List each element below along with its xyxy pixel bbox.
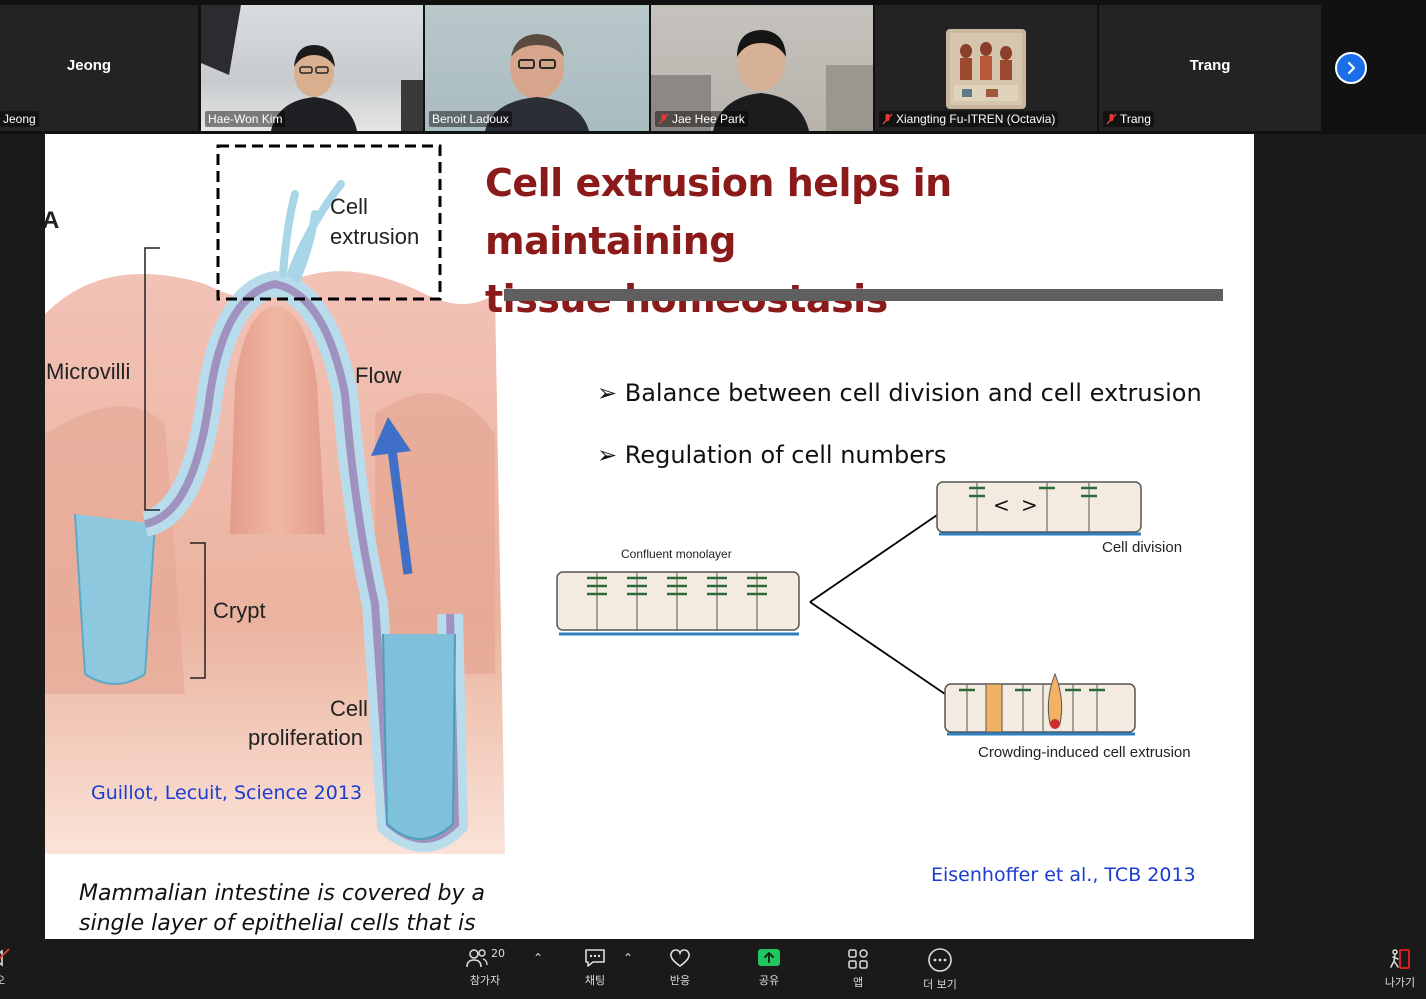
- share-label: 공유: [758, 974, 780, 987]
- caption-line-1: Mammalian intestine is covered by a: [79, 881, 486, 906]
- leave-button[interactable]: 나가기: [1370, 947, 1426, 995]
- participant-tile-hae-won-kim[interactable]: Hae-Won Kim: [201, 5, 423, 131]
- reactions-label: 반응: [669, 974, 691, 987]
- participant-name: Jae Hee Park: [655, 111, 748, 127]
- label-confluent-monolayer: Confluent monolayer: [621, 547, 732, 561]
- muted-mic-icon: [658, 113, 669, 125]
- bullet-2: ➢ Regulation of cell numbers: [597, 441, 947, 469]
- figure-label-cell-prolif: Cell: [330, 696, 368, 721]
- leave-icon: [1390, 949, 1410, 969]
- apps-label: 앱: [852, 976, 864, 989]
- muted-mic-icon: [882, 113, 893, 125]
- next-participants-button[interactable]: [1335, 52, 1367, 84]
- cell-division-cells: < >: [936, 481, 1142, 536]
- citation-left: Guillot, Lecuit, Science 2013: [91, 782, 363, 804]
- heart-icon: [670, 949, 690, 967]
- apps-button[interactable]: 앱: [828, 947, 888, 995]
- svg-text:>: >: [1021, 493, 1038, 517]
- slide-caption: Mammalian intestine is covered by a sing…: [79, 879, 515, 939]
- participant-tile-jae-hee-park[interactable]: Jae Hee Park: [651, 5, 873, 131]
- participants-label: 참가자: [469, 974, 501, 987]
- label-crowding-extrusion: Crowding-induced cell extrusion: [978, 744, 1191, 761]
- chat-label: 채팅: [584, 974, 606, 987]
- more-button[interactable]: 더 보기: [910, 947, 970, 995]
- citation-right: Eisenhoffer et al., TCB 2013: [931, 864, 1196, 886]
- cell-extrusion-cells: [944, 672, 1136, 736]
- participant-tile-xiangting-fu[interactable]: Xiangting Fu-ITREN (Octavia): [875, 5, 1097, 131]
- figure-label-extrusion: extrusion: [330, 224, 420, 249]
- participant-tile-trang[interactable]: Trang Trang: [1099, 5, 1321, 131]
- figure-label-crypt: Crypt: [213, 598, 266, 623]
- bullet-1: ➢ Balance between cell division and cell…: [597, 379, 1202, 407]
- participant-name: Trang: [1103, 111, 1154, 127]
- label-cell-division: Cell division: [1102, 539, 1183, 556]
- muted-mic-icon: [1106, 113, 1117, 125]
- share-screen-button[interactable]: 공유: [739, 947, 799, 995]
- svg-text:<: <: [993, 493, 1010, 517]
- chat-options-caret[interactable]: ⌃: [623, 951, 633, 965]
- chat-icon: [585, 949, 605, 967]
- reactions-button[interactable]: 반응: [650, 947, 710, 995]
- more-label: 더 보기: [923, 978, 957, 991]
- participant-tile-jeong[interactable]: Jeong Jeong: [0, 5, 198, 131]
- title-underline-bar: [504, 289, 1223, 301]
- chat-button[interactable]: 채팅: [565, 947, 625, 995]
- participants-button[interactable]: 20 참가자: [455, 947, 515, 995]
- slide-title-line-1: Cell extrusion helps in maintaining: [485, 161, 952, 263]
- caption-line-2: single layer of epithelial cells that is: [79, 911, 476, 936]
- apps-icon: [848, 949, 868, 969]
- meeting-toolbar: 오 20 참가자 ⌃ 채팅 ⌃ 반응 공유 앱 더 보기 나가기: [0, 939, 1426, 999]
- figure-label-microvilli: Microvilli: [46, 359, 131, 384]
- participant-avatar: [946, 29, 1026, 109]
- shared-screen-slide: A Cell extrusion Microvilli Flow Crypt C…: [45, 134, 1254, 939]
- participant-name: Xiangting Fu-ITREN (Octavia): [879, 111, 1059, 127]
- figure-label-proliferation: proliferation: [248, 725, 363, 750]
- participants-options-caret[interactable]: ⌃: [533, 951, 543, 965]
- participant-name: Jeong: [0, 111, 39, 127]
- participant-strip: Jeong Jeong Hae-Won Kim Benoit Ladoux Ja…: [0, 0, 1426, 134]
- confluent-monolayer-cells: [556, 571, 800, 636]
- speaker-icon: [0, 948, 10, 967]
- slide-title: Cell extrusion helps in maintaining tiss…: [485, 154, 1205, 328]
- participant-tile-benoit-ladoux[interactable]: Benoit Ladoux: [425, 5, 649, 131]
- participant-name: Hae-Won Kim: [205, 111, 286, 127]
- more-icon: [928, 948, 952, 972]
- monolayer-diagram: < >: [556, 481, 1142, 736]
- audio-button[interactable]: 오: [0, 947, 30, 995]
- figure-label-cell: Cell: [330, 194, 368, 219]
- figure-panel-label: A: [45, 207, 60, 234]
- participant-big-name: Trang: [1189, 57, 1231, 74]
- chevron-right-icon: [1347, 61, 1356, 75]
- audio-label: 오: [0, 972, 5, 988]
- participant-big-name: Jeong: [66, 57, 112, 74]
- share-screen-icon: [758, 949, 780, 966]
- figure-label-flow: Flow: [355, 363, 402, 388]
- participants-count: 20: [491, 947, 505, 960]
- participant-name: Benoit Ladoux: [429, 111, 512, 127]
- participants-icon: [466, 949, 488, 968]
- leave-label: 나가기: [1384, 976, 1416, 989]
